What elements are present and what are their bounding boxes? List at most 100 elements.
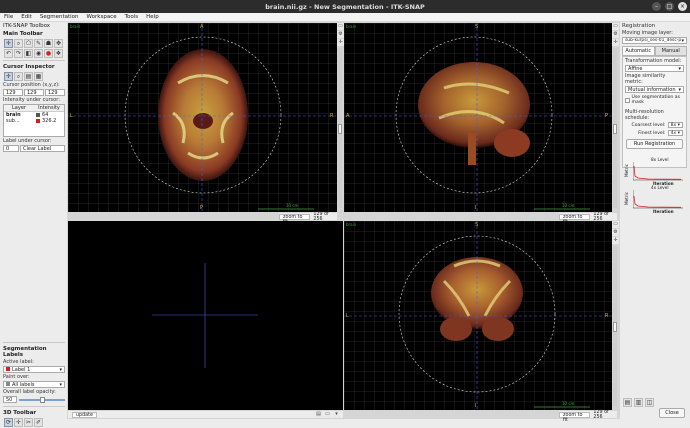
coronal-slice-image — [344, 221, 612, 410]
maximize-icon[interactable]: □ — [665, 2, 674, 11]
transform-model-select[interactable]: Affine ▾ — [625, 65, 684, 72]
main-toolbar-header: Main Toolbar — [3, 31, 43, 37]
similarity-metric-select[interactable]: Mutual information ▾ — [625, 86, 684, 93]
slice-counter: 129 of 256 — [593, 409, 609, 420]
open-transform-icon[interactable]: ▤ — [623, 398, 632, 407]
reslice-icon[interactable]: ◫ — [645, 398, 654, 407]
display-icon[interactable]: ▭ — [324, 411, 331, 418]
opacity-slider-handle[interactable] — [39, 396, 45, 403]
multires-label: Multi-resolution schedule: — [625, 109, 664, 121]
menu-tools[interactable]: Tools — [121, 14, 143, 20]
crosshair-3d-icon[interactable]: ✛ — [14, 418, 23, 427]
crosshair-toggle-icon[interactable]: ✛ — [612, 237, 619, 244]
cursor-z-field[interactable]: 129 — [45, 89, 65, 96]
scale-label: 10 cm — [286, 203, 299, 208]
scale-label: 10 cm — [562, 203, 575, 208]
paint-over-value: All labels — [12, 381, 35, 388]
paint-over-label: Paint over: — [3, 374, 30, 380]
update-button[interactable]: update — [72, 411, 97, 418]
label-color-icon[interactable]: ● — [44, 49, 53, 58]
crosshair-toggle-icon[interactable]: ✛ — [337, 39, 344, 46]
opacity-field[interactable]: 50 — [3, 396, 17, 403]
save-transform-icon[interactable]: ▥ — [634, 398, 643, 407]
zoom-to-fit-button[interactable]: zoom to fit — [279, 213, 311, 225]
zoom-to-fit-button[interactable]: zoom to fit — [559, 213, 591, 225]
run-registration-button[interactable]: Run Registration — [626, 139, 683, 149]
mesh-icon[interactable]: ❖ — [54, 49, 63, 58]
coarsest-level-select[interactable]: 8x ▾ — [667, 122, 683, 128]
menu-edit[interactable]: Edit — [17, 14, 36, 20]
slice-counter: 129 of 256 — [313, 211, 329, 222]
layout-toggle-icon[interactable]: ▭ — [612, 221, 619, 228]
redo-icon[interactable]: ↷ — [14, 49, 23, 58]
zoom-tool-icon[interactable]: ⌕ — [14, 39, 23, 48]
cursor-y-field[interactable]: 129 — [24, 89, 44, 96]
menu-file[interactable]: File — [0, 14, 17, 20]
minimize-icon[interactable]: – — [652, 2, 661, 11]
paint-over-select[interactable]: All labels ▾ — [3, 381, 65, 388]
slice-scrollbar[interactable] — [338, 48, 342, 208]
cursor-position-label: Cursor position (x,y,z): — [3, 82, 60, 88]
column-intensity: Intensity — [38, 105, 60, 111]
slice-views: brain A P L R 10 cm zoom to fit 129 of 2… — [67, 22, 620, 423]
active-label-select[interactable]: Label 1 ▾ — [3, 366, 65, 373]
direction-left: L — [346, 313, 349, 319]
rotate-3d-icon[interactable]: ⟳ — [4, 418, 13, 427]
annotation-tool-icon[interactable]: ✥ — [54, 39, 63, 48]
window-title: brain.nii.gz - New Segmentation - ITK-SN… — [265, 2, 425, 11]
slice-scrollbar[interactable] — [613, 48, 617, 208]
view-settings-icon[interactable]: ⚙ — [612, 229, 619, 236]
chevron-down-icon: ▾ — [59, 366, 62, 373]
crosshair-toggle-icon[interactable]: ✛ — [612, 39, 619, 46]
axial-view[interactable]: brain A P L R 10 cm — [68, 23, 337, 212]
finest-level-select[interactable]: 4x ▾ — [667, 130, 683, 136]
snake-tool-icon[interactable]: ☗ — [44, 39, 53, 48]
menu-workspace[interactable]: Workspace — [83, 14, 121, 20]
tab-manual[interactable]: Manual — [654, 46, 687, 56]
moving-layer-value: sub-kurpsi_ses-01_desc-p — [625, 37, 682, 43]
use-segmentation-checkbox[interactable]: Use segmentation as mask — [624, 94, 685, 106]
more-options-icon[interactable]: ▾ — [333, 411, 340, 418]
spray-icon[interactable]: ✐ — [34, 418, 43, 427]
3d-toolbar-header: 3D Toolbar — [3, 410, 37, 416]
3d-toolbar: ⟳ ✛ ✂ ✐ — [4, 418, 64, 427]
opacity-slider[interactable] — [19, 396, 65, 403]
3d-view[interactable] — [68, 221, 343, 410]
layout-toggle-icon[interactable]: ▭ — [337, 23, 344, 30]
menu-segmentation[interactable]: Segmentation — [36, 14, 83, 20]
cursor-inspect-icon[interactable]: ✛ — [4, 72, 13, 81]
coronal-view[interactable]: brain S I L R 10 cm — [344, 221, 612, 410]
coarsest-level-label: Coarsest level: — [631, 122, 666, 128]
coarsest-level-value: 8x — [670, 123, 677, 128]
metric-plot-8x: 8x Level Metric Iteration — [623, 157, 686, 187]
metric-curve-4x — [633, 190, 683, 209]
view-settings-icon[interactable]: ⚙ — [337, 31, 344, 38]
scalpel-icon[interactable]: ✂ — [24, 418, 33, 427]
grid-inspect-icon[interactable]: ▦ — [34, 72, 43, 81]
view-settings-icon[interactable]: ⚙ — [612, 31, 619, 38]
tab-automatic[interactable]: Automatic — [622, 46, 655, 56]
zoom-inspect-icon[interactable]: ⌕ — [14, 72, 23, 81]
save-icon[interactable]: ▤ — [315, 411, 322, 418]
polygon-tool-icon[interactable]: ⬠ — [24, 39, 33, 48]
close-button[interactable]: Close — [659, 408, 685, 418]
segmentation-icon[interactable]: ◉ — [34, 49, 43, 58]
layout-toggle-icon[interactable]: ▭ — [612, 23, 619, 30]
menu-help[interactable]: Help — [142, 14, 163, 20]
moving-layer-select[interactable]: sub-kurpsi_ses-01_desc-p ▾ — [622, 37, 687, 44]
undo-icon[interactable]: ↶ — [4, 49, 13, 58]
plot-y-label: Metric — [624, 163, 630, 178]
crosshair-tool-icon[interactable]: ✛ — [4, 39, 13, 48]
paintbrush-tool-icon[interactable]: ✎ — [34, 39, 43, 48]
layer-tag: brain — [346, 24, 357, 29]
zoom-to-fit-button[interactable]: zoom to fit — [559, 411, 591, 423]
cursor-x-field[interactable]: 129 — [3, 89, 23, 96]
layer-tool-icon[interactable]: ◧ — [24, 49, 33, 58]
slice-scrollbar[interactable] — [613, 246, 617, 406]
table-row[interactable]: sub... 326.2 — [4, 118, 64, 124]
close-window-icon[interactable]: × — [678, 2, 687, 11]
sagittal-view[interactable]: brain S I A P 10 cm — [344, 23, 612, 212]
moving-layer-label: Moving image layer: — [622, 30, 673, 36]
layer-inspect-icon[interactable]: ▤ — [24, 72, 33, 81]
layer-name: sub... — [6, 118, 20, 124]
